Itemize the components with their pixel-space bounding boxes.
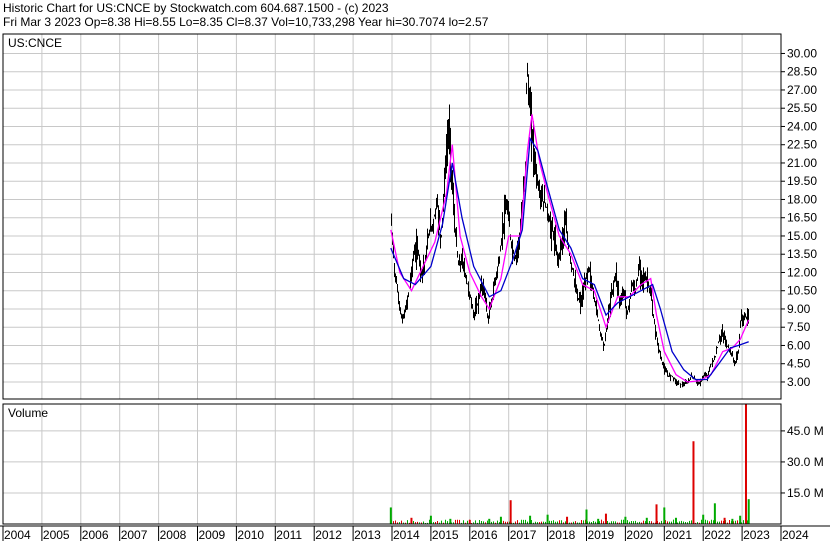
volume-bar [645, 517, 648, 524]
volume-bar [739, 515, 742, 524]
year-tick-label: 2024 [782, 528, 809, 542]
price-tick-label: 9.00 [787, 302, 811, 316]
volume-bar [546, 514, 549, 524]
volume-bar [389, 507, 392, 524]
volume-bar [723, 517, 726, 524]
volume-bar [655, 504, 658, 524]
volume-bar [529, 515, 532, 524]
year-tick-label: 2020 [626, 528, 653, 542]
year-tick-label: 2005 [43, 528, 70, 542]
year-tick-label: 2009 [199, 528, 226, 542]
volume-bar [410, 517, 413, 524]
volume-tick-label: 30.0 M [787, 455, 824, 469]
moving-average-lines [390, 114, 750, 383]
price-tick-label: 7.50 [787, 320, 811, 334]
price-tick-label: 3.00 [787, 375, 811, 389]
volume-bar [585, 509, 588, 524]
volume-bar [509, 500, 512, 524]
volume-bar [429, 515, 432, 524]
volume-label: Volume [8, 406, 48, 420]
year-tick-label: 2015 [432, 528, 459, 542]
price-tick-label: 27.00 [787, 83, 817, 97]
volume-bar [731, 518, 734, 524]
volume-bar [663, 507, 666, 524]
price-tick-label: 6.00 [787, 338, 811, 352]
volume-bar [566, 516, 569, 524]
year-tick-label: 2021 [665, 528, 692, 542]
price-tick-label: 16.50 [787, 211, 817, 225]
volume-bar [488, 518, 491, 524]
volume-tick-label: 45.0 M [787, 424, 824, 438]
price-tick-label: 25.50 [787, 101, 817, 115]
year-tick-label: 2018 [549, 528, 576, 542]
moving-average-short [390, 114, 750, 383]
price-bars [391, 62, 749, 388]
volume-tick-label: 15.0 M [787, 486, 824, 500]
year-tick-label: 2004 [4, 528, 31, 542]
year-tick-label: 2013 [354, 528, 381, 542]
year-tick-label: 2022 [704, 528, 731, 542]
volume-axis-ticks: 45.0 M 30.0 M 15.0 M [781, 424, 824, 500]
year-tick-label: 2012 [315, 528, 342, 542]
price-tick-label: 12.00 [787, 265, 817, 279]
year-tick-label: 2008 [160, 528, 187, 542]
volume-bar [499, 516, 502, 524]
year-tick-label: 2011 [276, 528, 302, 542]
volume-bar [692, 441, 695, 524]
year-tick-label: 2006 [82, 528, 109, 542]
year-tick-label: 2010 [237, 528, 264, 542]
price-tick-label: 21.00 [787, 156, 817, 170]
price-tick-label: 24.00 [787, 119, 817, 133]
year-tick-label: 2016 [471, 528, 498, 542]
year-tick-label: 2007 [121, 528, 148, 542]
price-tick-label: 18.00 [787, 192, 817, 206]
price-tick-label: 13.50 [787, 247, 817, 261]
year-tick-label: 2023 [743, 528, 770, 542]
price-tick-label: 22.50 [787, 138, 817, 152]
volume-bar [449, 518, 452, 524]
price-tick-label: 28.50 [787, 65, 817, 79]
volume-bar [624, 516, 627, 524]
volume-panel-grid [2, 404, 782, 524]
price-tick-label: 4.50 [787, 357, 811, 371]
volume-bar [713, 503, 716, 524]
volume-bar [674, 517, 677, 524]
year-axis-ticks: 2004 2005 2006 2007 2008 2009 2010 2011 2012 2013… [2, 526, 809, 542]
volume-bar [747, 499, 750, 524]
stock-history-chart: 30.00 28.50 27.00 25.50 24.00 22.50 21.00 19.50… [0, 33, 830, 542]
price-tick-label: 19.50 [787, 174, 817, 188]
price-tick-label: 10.50 [787, 284, 817, 298]
symbol-label: US:CNCE [8, 36, 62, 50]
volume-bar [604, 513, 607, 524]
price-tick-label: 30.00 [787, 46, 817, 60]
year-tick-label: 2017 [510, 528, 537, 542]
volume-bar [702, 514, 705, 524]
volume-bar [744, 404, 747, 524]
volume-bars [389, 404, 750, 524]
price-tick-label: 15.00 [787, 229, 817, 243]
year-tick-label: 2014 [393, 528, 420, 542]
volume-bar [468, 519, 471, 524]
year-tick-label: 2019 [588, 528, 615, 542]
price-axis-ticks: 30.00 28.50 27.00 25.50 24.00 22.50 21.00 19.50… [781, 46, 817, 389]
volume-bar [597, 518, 600, 524]
